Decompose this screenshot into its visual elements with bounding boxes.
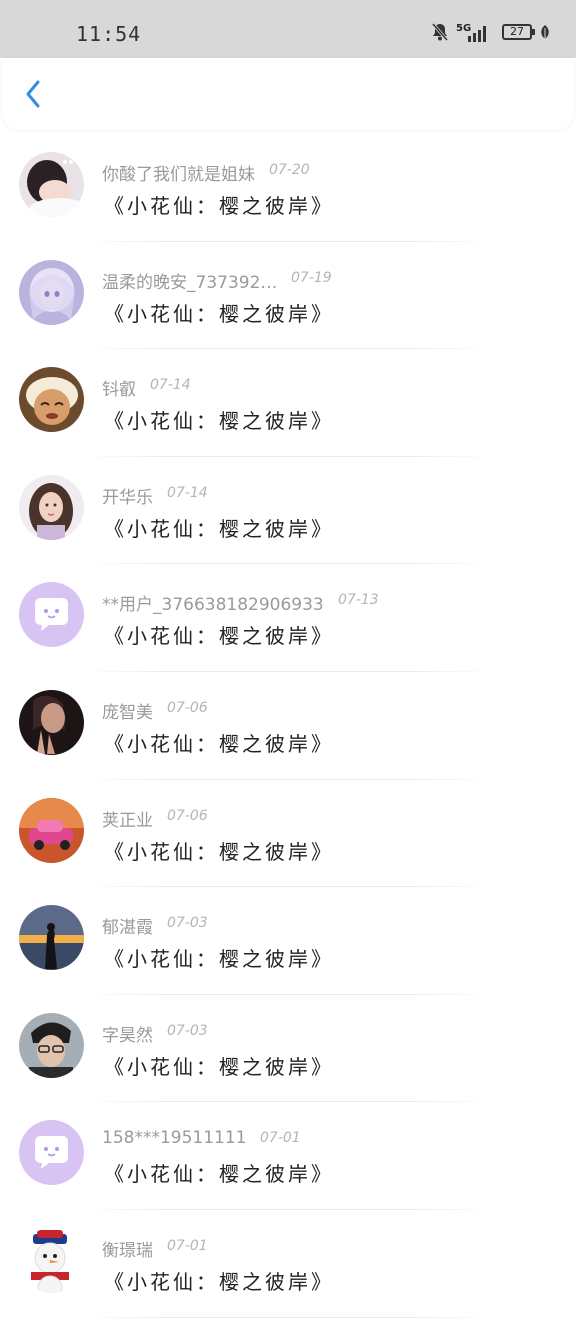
avatar[interactable]	[19, 797, 84, 863]
user-name: 开华乐	[102, 487, 153, 508]
list-item[interactable]: **用户_376638182906933 07-13 《小花仙：樱之彼岸》	[0, 564, 576, 672]
user-name: 郁湛霞	[102, 918, 153, 939]
user-name: 温柔的晚安_737392…	[102, 272, 278, 293]
list-item[interactable]: 荚正业 07-06 《小花仙：樱之彼岸》	[0, 780, 576, 888]
signal-icon	[468, 26, 486, 42]
comment-date: 07-06	[167, 807, 208, 824]
list-item[interactable]: 庞智美 07-06 《小花仙：樱之彼岸》	[0, 672, 576, 780]
list-item[interactable]: 158***19511111 07-01 《小花仙：樱之彼岸》	[0, 1102, 576, 1210]
comment-content: 《小花仙：樱之彼岸》	[104, 1269, 334, 1294]
comment-content: 《小花仙：樱之彼岸》	[104, 731, 334, 756]
avatar-image	[19, 152, 84, 217]
comment-content: 《小花仙：樱之彼岸》	[104, 516, 334, 541]
comment-content: 《小花仙：樱之彼岸》	[104, 839, 334, 864]
list-item[interactable]: 温柔的晚安_737392… 07-19 《小花仙：樱之彼岸》	[0, 242, 576, 350]
battery-icon: 27	[502, 24, 535, 40]
avatar-image	[19, 1012, 84, 1078]
avatar-image	[19, 1120, 84, 1186]
avatar-image	[19, 1227, 84, 1293]
comment-date: 07-06	[167, 699, 208, 716]
avatar[interactable]	[19, 1120, 84, 1186]
user-name: 你酸了我们就是姐妹	[102, 165, 255, 185]
avatar[interactable]	[19, 905, 84, 971]
list-item[interactable]: 衡璟瑞 07-01 《小花仙：樱之彼岸》	[0, 1210, 576, 1318]
status-bar: 11:54 5G 27	[0, 0, 576, 58]
user-name: 字昊然	[102, 1025, 153, 1046]
user-name: 荚正业	[102, 810, 153, 831]
list-item[interactable]: 郁湛霞 07-03 《小花仙：樱之彼岸》	[0, 887, 576, 995]
header	[2, 58, 574, 130]
user-name: 钭叡	[102, 380, 136, 401]
comment-date: 07-13	[338, 592, 379, 609]
avatar-image	[19, 582, 84, 648]
comment-content: 《小花仙：樱之彼岸》	[104, 947, 334, 972]
comment-date: 07-14	[167, 484, 208, 501]
comment-content: 《小花仙：樱之彼岸》	[104, 194, 334, 218]
avatar[interactable]	[19, 1227, 84, 1293]
list-item[interactable]: 开华乐 07-14 《小花仙：樱之彼岸》	[0, 457, 576, 565]
comment-list: 你酸了我们就是姐妹 07-20 《小花仙：樱之彼岸》 温柔的晚安_737392… 07-…	[0, 134, 576, 1318]
avatar-image	[19, 905, 84, 971]
comment-date: 07-03	[167, 1022, 208, 1039]
user-name: 158***19511111	[102, 1128, 247, 1149]
comment-date: 07-01	[260, 1130, 301, 1147]
user-name: 衡璟瑞	[102, 1240, 153, 1261]
comment-content: 《小花仙：樱之彼岸》	[104, 409, 334, 434]
leaf-icon	[541, 25, 549, 39]
status-time: 11:54	[76, 22, 142, 46]
comment-date: 07-01	[167, 1237, 208, 1254]
list-item[interactable]: 你酸了我们就是姐妹 07-20 《小花仙：樱之彼岸》	[0, 134, 576, 242]
avatar[interactable]	[19, 474, 84, 540]
battery-level: 27	[510, 25, 524, 38]
avatar[interactable]	[19, 152, 84, 217]
comment-content: 《小花仙：樱之彼岸》	[104, 1054, 334, 1079]
list-item[interactable]: 钭叡 07-14 《小花仙：樱之彼岸》	[0, 349, 576, 457]
user-name: **用户_376638182906933	[102, 595, 324, 616]
comment-date: 07-03	[167, 915, 208, 932]
avatar-image	[19, 689, 84, 755]
avatar[interactable]	[19, 259, 84, 325]
bell-off-icon	[431, 23, 449, 41]
chevron-left-icon	[26, 80, 40, 108]
comment-date: 07-14	[150, 377, 191, 394]
avatar-image	[19, 474, 84, 540]
avatar[interactable]	[19, 689, 84, 755]
avatar[interactable]	[19, 367, 84, 433]
avatar-image	[19, 259, 84, 325]
avatar[interactable]	[19, 1012, 84, 1078]
avatar-image	[19, 367, 84, 433]
comment-date: 07-20	[269, 162, 310, 178]
avatar-image	[19, 797, 84, 863]
user-name: 庞智美	[102, 702, 153, 723]
back-button[interactable]	[16, 76, 52, 112]
comment-content: 《小花仙：樱之彼岸》	[104, 1162, 334, 1187]
comment-content: 《小花仙：樱之彼岸》	[104, 301, 334, 326]
comment-date: 07-19	[291, 269, 332, 286]
list-item[interactable]: 字昊然 07-03 《小花仙：樱之彼岸》	[0, 995, 576, 1103]
avatar[interactable]	[19, 582, 84, 648]
comment-content: 《小花仙：樱之彼岸》	[104, 624, 334, 649]
